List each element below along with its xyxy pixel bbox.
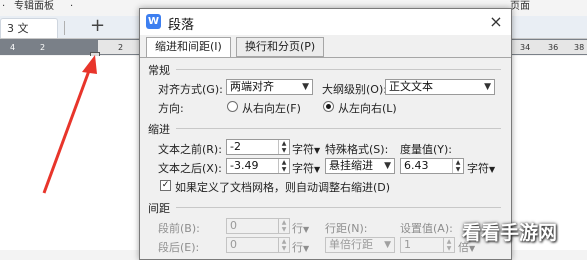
arrow-shaft [42,67,92,194]
red-arrow-annotation [42,55,97,194]
arrow-head [82,55,97,74]
watermark-text: 看看手游网 [462,222,558,244]
